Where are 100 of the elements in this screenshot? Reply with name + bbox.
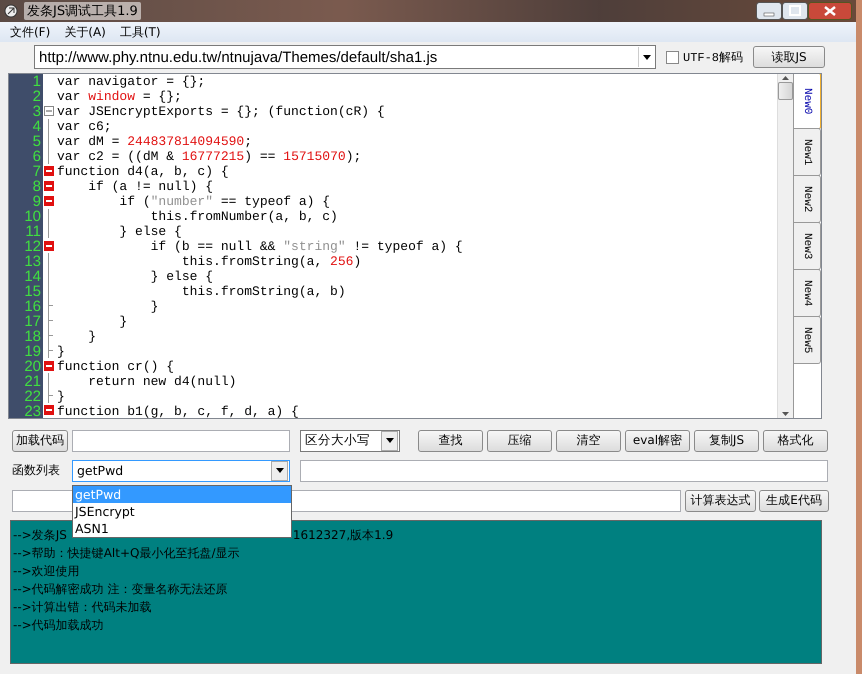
line-number: 17 <box>24 314 42 329</box>
code-line: } <box>57 344 66 359</box>
log-line: -->欢迎使用 <box>13 563 80 580</box>
function-combo-box[interactable]: getPwd <box>72 460 290 482</box>
code-line: } <box>57 389 66 404</box>
code-line: } else { <box>150 269 214 284</box>
code-line: var c2 = ((dM & 16777215) == 15715070); <box>57 149 362 164</box>
function-list-label: 函数列表 <box>12 462 61 479</box>
fold-toggle-icon[interactable] <box>44 166 54 176</box>
log-line: -->发条JS <box>13 527 67 544</box>
line-number: 15 <box>24 284 42 299</box>
log-line: 1612327,版本1.9 <box>292 527 394 544</box>
find-button[interactable]: 查找 <box>418 430 483 452</box>
scroll-up-icon[interactable] <box>782 76 789 80</box>
dropdown-option[interactable]: JSEncrypt <box>73 503 291 520</box>
maximize-button[interactable] <box>782 2 808 20</box>
code-line: this.fromString(a, 256) <box>180 254 362 269</box>
menu-item[interactable]: 文件(F) <box>10 24 50 40</box>
fold-toggle-icon[interactable] <box>44 196 54 206</box>
generate-e-code-button[interactable]: 生成E代码 <box>759 490 829 512</box>
app-icon <box>4 4 18 18</box>
eval-decrypt-button[interactable]: eval解密 <box>625 430 690 452</box>
code-line: } else { <box>118 224 183 239</box>
log-line: -->代码解密成功 注：变量名称无法还原 <box>13 581 228 598</box>
log-line: -->计算出错：代码未加载 <box>13 599 152 616</box>
line-number: 20 <box>24 359 42 374</box>
code-line: this.fromNumber(a, b, c) <box>150 209 339 224</box>
checkbox[interactable] <box>666 50 679 64</box>
dropdown-option[interactable]: ASN1 <box>73 520 291 537</box>
line-number: 12 <box>24 239 42 254</box>
line-number: 6 <box>32 149 42 164</box>
code-line: return new d4(null) <box>87 374 238 389</box>
format-button[interactable]: 格式化 <box>763 430 828 452</box>
line-number: 7 <box>32 164 42 179</box>
code-line: if ("number" == typeof a) { <box>118 194 332 209</box>
line-number: 11 <box>25 224 42 239</box>
scrollbar[interactable] <box>777 74 793 418</box>
code-line: function b1(g, b, c, f, d, a) { <box>57 404 300 418</box>
fold-toggle-icon[interactable] <box>44 360 54 371</box>
window-title: 发条JS调试工具1.9 <box>24 2 141 20</box>
code-line: } <box>87 329 98 344</box>
editor-tab[interactable]: New3 <box>794 222 821 270</box>
code-line: function d4(a, b, c) { <box>57 164 230 179</box>
code-line: if (a != null) { <box>87 179 214 194</box>
log-line: -->帮助：快捷键Alt+Q最小化至托盘/显示 <box>13 545 240 562</box>
editor-tab[interactable]: New4 <box>794 269 821 317</box>
code-line: var window = {}; <box>57 89 183 104</box>
line-number: 8 <box>32 179 42 194</box>
code-line: if (b == null && "string" != typeof a) { <box>150 239 464 254</box>
code-line: var JSEncryptExports = {}; (function(cR) { <box>57 104 386 119</box>
code-line: var navigator = {}; <box>57 74 206 89</box>
url-combo-box[interactable]: http://www.phy.ntnu.edu.tw/ntnujava/Themes/default/sha1.js <box>34 45 656 69</box>
line-number: 21 <box>24 374 42 389</box>
fold-toggle-icon[interactable] <box>44 405 54 416</box>
read-js-button[interactable]: 读取JS <box>753 46 826 68</box>
case-select[interactable]: 区分大小写 <box>300 430 400 452</box>
editor-tab[interactable]: New1 <box>794 128 821 176</box>
line-number: 22 <box>24 389 42 404</box>
code-line: var c6; <box>57 119 113 134</box>
calculate-button[interactable]: 计算表达式 <box>685 490 756 512</box>
scroll-thumb[interactable] <box>778 82 793 100</box>
line-number: 2 <box>32 89 42 104</box>
line-number: 19 <box>24 344 42 359</box>
line-number: 4 <box>32 119 42 134</box>
dropdown-arrow-icon <box>643 54 651 60</box>
dropdown-arrow-icon <box>276 468 284 473</box>
checkbox-label: UTF-8解码 <box>683 50 744 66</box>
menu-item[interactable]: 关于(A) <box>64 24 106 40</box>
fold-toggle-icon[interactable] <box>44 240 54 251</box>
line-number: 9 <box>32 194 42 209</box>
log-line: -->代码加载成功 <box>13 617 104 634</box>
load-code-button[interactable]: 加载代码 <box>12 430 68 452</box>
line-number: 5 <box>32 134 42 149</box>
line-number: 14 <box>24 269 42 284</box>
fold-toggle-icon[interactable] <box>44 181 54 192</box>
line-number: 1 <box>32 74 42 89</box>
line-number: 3 <box>32 104 42 119</box>
close-button[interactable] <box>808 2 852 20</box>
line-number: 18 <box>24 329 42 344</box>
fold-toggle-icon[interactable] <box>44 106 54 116</box>
code-line: } <box>150 299 160 314</box>
editor-tab[interactable]: New5 <box>794 316 821 364</box>
editor-tab[interactable]: New2 <box>794 175 821 223</box>
line-number: 16 <box>24 299 42 314</box>
minimize-button[interactable] <box>756 2 782 20</box>
copy-js-button[interactable]: 复制JS <box>694 430 759 452</box>
clear-button[interactable]: 清空 <box>556 430 621 452</box>
dropdown-arrow-icon <box>386 438 394 443</box>
compress-button[interactable]: 压缩 <box>487 430 552 452</box>
search-field[interactable] <box>72 430 290 452</box>
line-number: 10 <box>24 209 42 224</box>
text-field[interactable] <box>300 460 828 482</box>
scroll-down-icon[interactable] <box>782 412 789 416</box>
code-line: this.fromString(a, b) <box>180 284 347 299</box>
line-number: 13 <box>24 254 42 269</box>
code-line: function cr() { <box>57 359 174 374</box>
code-line: var dM = 244837814094590; <box>57 134 254 149</box>
code-line: } <box>118 314 128 329</box>
line-number: 23 <box>24 404 42 418</box>
menu-item[interactable]: 工具(T) <box>120 24 161 40</box>
